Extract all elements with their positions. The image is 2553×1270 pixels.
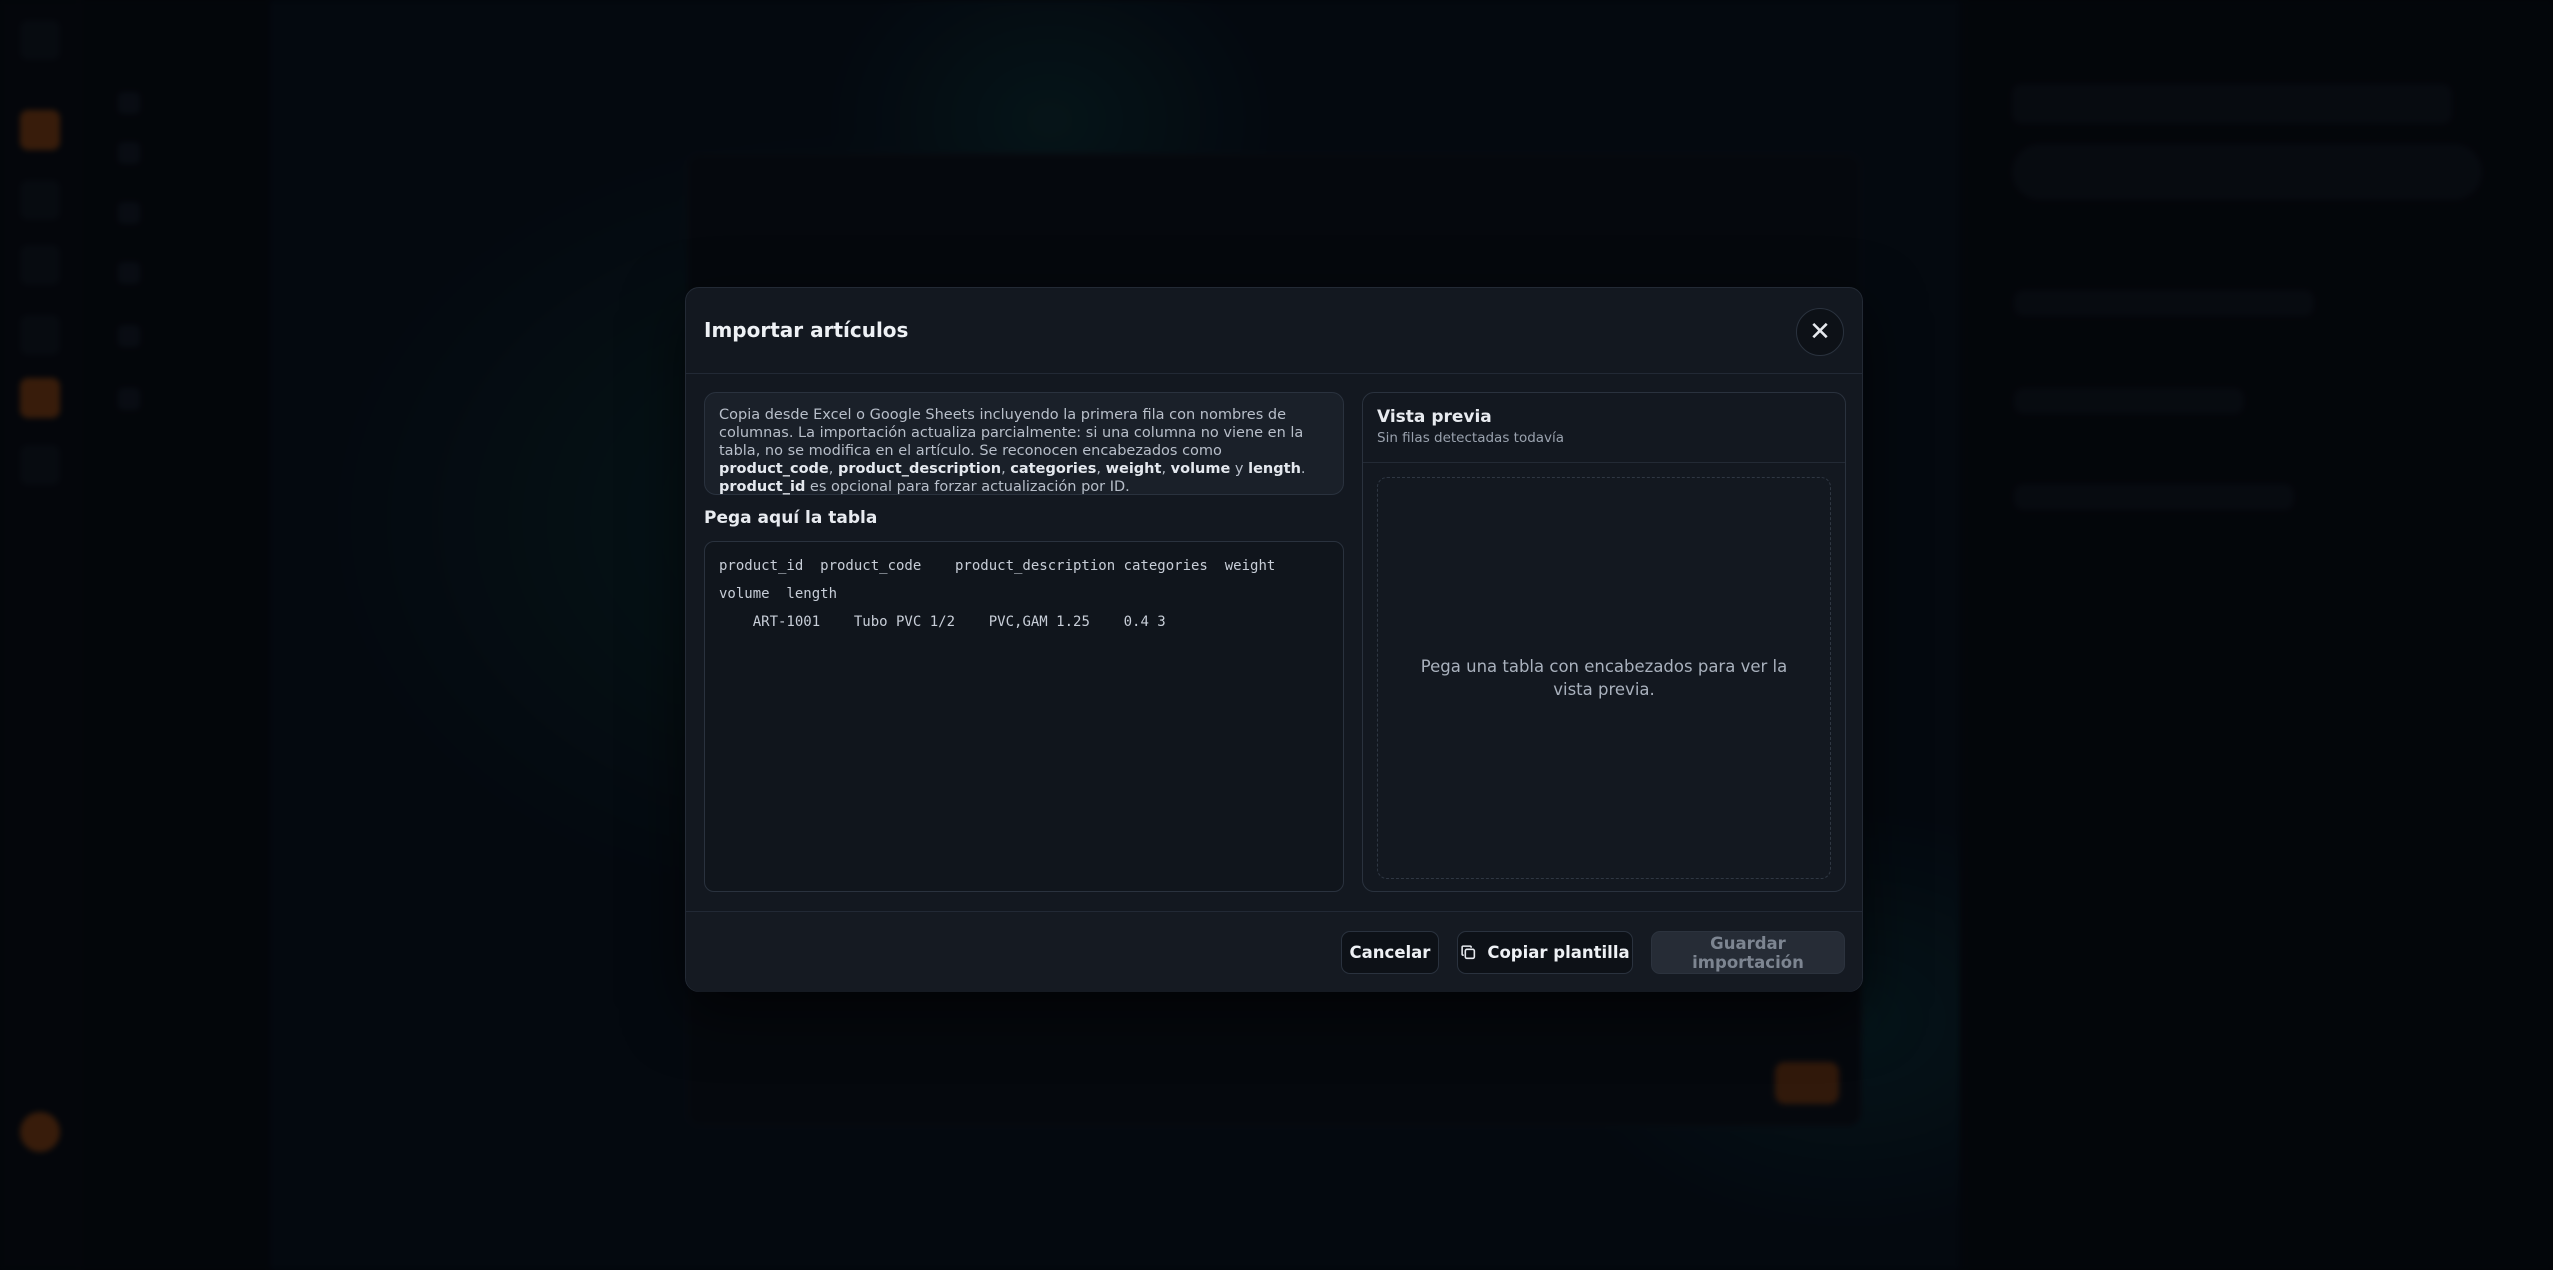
cancel-button[interactable]: Cancelar	[1341, 931, 1439, 974]
close-icon: ✕	[1809, 317, 1831, 347]
separator: .	[1300, 461, 1306, 477]
copy-icon	[1461, 945, 1476, 960]
save-import-button[interactable]: Guardar importación	[1651, 931, 1845, 974]
preview-empty-state: Pega una tabla con encabezados para ver …	[1377, 477, 1831, 879]
header-keyword: weight	[1105, 461, 1162, 477]
preview-subtitle: Sin filas detectadas todavía	[1377, 430, 1565, 446]
instructions-text: Copia desde Excel o Google Sheets incluy…	[719, 407, 1304, 459]
import-instructions: Copia desde Excel o Google Sheets incluy…	[704, 392, 1344, 495]
separator: ,	[828, 461, 838, 477]
separator: ,	[1001, 461, 1011, 477]
copy-template-label: Copiar plantilla	[1487, 943, 1630, 962]
header-keyword: product_description	[837, 461, 1002, 477]
separator: ,	[1161, 461, 1171, 477]
header-keyword: product_code	[719, 461, 829, 477]
header-keyword: length	[1248, 461, 1301, 477]
import-dialog: Importar artículos ✕ Copia desde Excel o…	[685, 287, 1863, 992]
paste-label: Pega aquí la tabla	[704, 508, 878, 528]
header-keyword: volume	[1170, 461, 1231, 477]
preview-title: Vista previa	[1377, 407, 1492, 427]
instructions-text: es opcional para forzar actualización po…	[805, 479, 1130, 495]
header-keyword: product_id	[719, 479, 806, 495]
copy-template-button[interactable]: Copiar plantilla	[1457, 931, 1633, 974]
dialog-title: Importar artículos	[704, 318, 909, 342]
close-button[interactable]: ✕	[1796, 308, 1844, 356]
dialog-footer: Cancelar Copiar plantilla Guardar import…	[686, 911, 1862, 992]
preview-panel: Vista previa Sin filas detectadas todaví…	[1362, 392, 1846, 892]
dialog-header: Importar artículos ✕	[686, 288, 1862, 374]
separator: y	[1230, 461, 1249, 477]
paste-table-input[interactable]: product_id product_code product_descript…	[704, 541, 1344, 892]
separator: ,	[1096, 461, 1106, 477]
header-keyword: categories	[1010, 461, 1097, 477]
preview-header: Vista previa Sin filas detectadas todaví…	[1363, 393, 1845, 463]
